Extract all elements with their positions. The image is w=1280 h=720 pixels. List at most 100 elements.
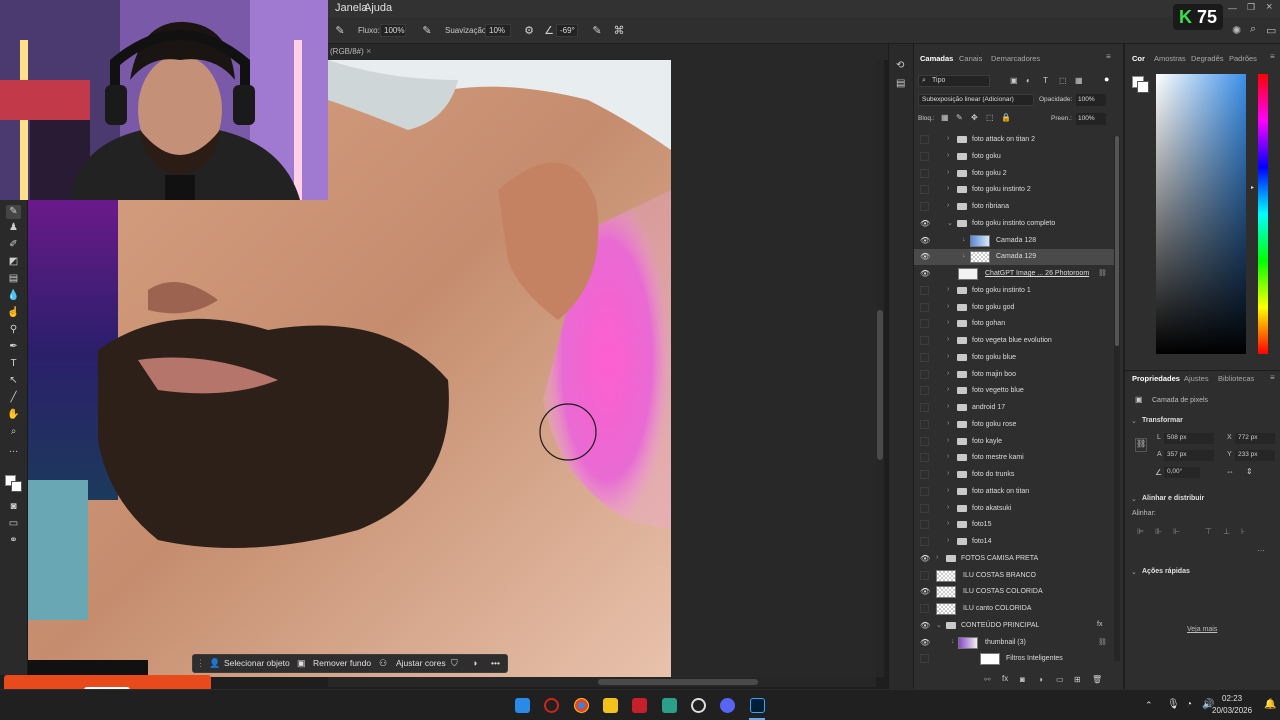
layer-row[interactable]: › foto goku instinto 2	[914, 182, 1114, 198]
panel-menu-icon[interactable]: ≡	[1106, 52, 1111, 61]
notifications-icon[interactable]: 🔔	[1264, 699, 1276, 710]
collapse-chevron-icon[interactable]: ›	[947, 152, 949, 159]
align-middle-icon[interactable]: ⊥	[1223, 527, 1230, 536]
layer-row[interactable]: › foto attack on titan	[914, 484, 1114, 500]
layer-row[interactable]: 👁 ↓ Camada 129	[914, 249, 1114, 265]
lock-artboard-icon[interactable]: ⬚	[986, 113, 994, 122]
visibility-toggle[interactable]	[920, 537, 929, 546]
height-field[interactable]: 357 px	[1164, 450, 1214, 461]
layer-row[interactable]: 👁 ⌄ CONTEÚDO PRINCIPAL fx	[914, 618, 1114, 634]
collapse-chevron-icon[interactable]: ›	[947, 437, 949, 444]
collapse-chevron-icon[interactable]: ›	[947, 303, 949, 310]
app-icon-circle[interactable]	[691, 698, 706, 713]
eye-icon[interactable]: 👁	[920, 621, 930, 630]
clock-date[interactable]: 20/03/2026	[1212, 706, 1252, 715]
app-icon-red[interactable]	[632, 698, 647, 713]
properties-menu-icon[interactable]: ≡	[1270, 373, 1275, 382]
visibility-toggle[interactable]	[920, 654, 929, 663]
group-chevron-icon[interactable]: ›	[936, 554, 938, 561]
tab-gradients[interactable]: Degradês	[1191, 54, 1224, 63]
color-bg-swatch[interactable]	[1137, 81, 1149, 93]
collapse-chevron-icon[interactable]: ›	[947, 202, 949, 209]
layer-row[interactable]: › foto ribriana	[914, 199, 1114, 215]
filter-shape-icon[interactable]: ⬚	[1059, 76, 1067, 85]
layer-row[interactable]: › foto vegetto blue	[914, 383, 1114, 399]
more-tools-icon[interactable]: …	[6, 443, 21, 457]
collapse-chevron-icon[interactable]: ›	[947, 487, 949, 494]
collapse-chevron-icon[interactable]: ›	[947, 336, 949, 343]
layer-row[interactable]: › foto goku	[914, 149, 1114, 165]
collapse-chevron-icon[interactable]: ›	[947, 370, 949, 377]
menu-janela[interactable]: Janela	[335, 2, 367, 14]
history-brush-icon[interactable]: ✐	[6, 238, 21, 252]
new-layer-icon[interactable]: ⊞	[1074, 675, 1081, 684]
tab-color[interactable]: Cor	[1132, 54, 1145, 63]
airbrush-icon[interactable]: ✎	[420, 24, 434, 38]
windows-start-icon[interactable]	[515, 698, 530, 713]
eye-icon[interactable]: 👁	[920, 219, 930, 228]
menu-ajuda[interactable]: Ajuda	[364, 2, 392, 14]
visibility-toggle[interactable]	[920, 571, 929, 580]
visibility-toggle[interactable]	[920, 353, 929, 362]
clock-time[interactable]: 02:23	[1222, 694, 1242, 703]
contrast-icon[interactable]: ◑	[472, 658, 477, 668]
layer-row[interactable]: › foto kayle	[914, 434, 1114, 450]
collapse-chevron-icon[interactable]: ›	[947, 470, 949, 477]
visibility-toggle[interactable]	[920, 453, 929, 462]
dodge-tool-icon[interactable]: ⚲	[6, 323, 21, 337]
filter-toggle-icon[interactable]: ●	[1104, 74, 1109, 84]
visibility-toggle[interactable]	[920, 470, 929, 479]
scrollbar-thumb[interactable]	[877, 310, 883, 460]
angle-field[interactable]: 0,00°	[1164, 467, 1200, 478]
screen-mode-icon[interactable]: ▭	[6, 517, 21, 531]
collapse-chevron-icon[interactable]: ›	[947, 353, 949, 360]
tab-swatches[interactable]: Amostras	[1154, 54, 1186, 63]
select-object-button[interactable]: Selecionar objeto	[224, 658, 290, 668]
collapse-chevron-icon[interactable]: ›	[947, 319, 949, 326]
layer-row[interactable]: 👁 › FOTOS CAMISA PRETA	[914, 551, 1114, 567]
width-field[interactable]: 508 px	[1164, 433, 1214, 444]
visibility-toggle[interactable]	[920, 202, 929, 211]
delete-layer-icon[interactable]: 🗑	[1092, 675, 1102, 684]
y-field[interactable]: 233 px	[1235, 450, 1275, 461]
h-scrollbar-thumb[interactable]	[598, 679, 758, 685]
eye-icon[interactable]: 👁	[920, 269, 930, 278]
collapse-chevron-icon[interactable]: ›	[947, 286, 949, 293]
layer-row[interactable]: 👁 ↓ Camada 128	[914, 233, 1114, 249]
close-icon[interactable]: ×	[1266, 1, 1272, 13]
notepad-icon[interactable]	[662, 698, 677, 713]
visibility-toggle[interactable]	[920, 420, 929, 429]
filter-smart-icon[interactable]: ▦	[1075, 76, 1083, 85]
eye-icon[interactable]: 👁	[920, 638, 930, 647]
filter-type-icon[interactable]: T	[1043, 76, 1048, 85]
minimize-icon[interactable]: —	[1228, 3, 1237, 13]
color-panel-menu-icon[interactable]: ≡	[1270, 52, 1275, 61]
vertical-scrollbar[interactable]	[876, 60, 884, 677]
collapse-chevron-icon[interactable]: ›	[947, 185, 949, 192]
tray-chevron-icon[interactable]: ⌃	[1145, 700, 1153, 711]
filter-adjust-icon[interactable]: ◐	[1026, 76, 1031, 85]
visibility-toggle[interactable]	[920, 386, 929, 395]
hue-slider-marker-icon[interactable]: ▸	[1251, 184, 1254, 191]
layer-row[interactable]: › foto vegeta blue evolution	[914, 333, 1114, 349]
fx-icon[interactable]: fx	[1002, 674, 1008, 683]
layer-row[interactable]: › foto14	[914, 534, 1114, 550]
collapse-chevron-icon[interactable]: ›	[947, 135, 949, 142]
adjust-colors-button[interactable]: Ajustar cores	[396, 658, 446, 668]
file-explorer-icon[interactable]	[603, 698, 618, 713]
eye-icon[interactable]: 👁	[920, 554, 930, 563]
see-more-link[interactable]: Veja mais	[1187, 626, 1217, 633]
transform-chevron-icon[interactable]: ⌄	[1131, 417, 1137, 425]
lock-pixels-icon[interactable]: ✎	[956, 113, 963, 122]
collapse-chevron-icon[interactable]: ›	[947, 453, 949, 460]
visibility-toggle[interactable]	[920, 169, 929, 178]
document-tab[interactable]: (RGB/8#) ×	[328, 44, 888, 60]
layer-row[interactable]: › foto goku 2	[914, 166, 1114, 182]
color-field[interactable]	[1156, 74, 1246, 354]
tab-properties[interactable]: Propriedades	[1132, 374, 1180, 383]
pen-tool-icon[interactable]: ✒	[6, 340, 21, 354]
visibility-toggle[interactable]	[920, 504, 929, 513]
collapse-chevron-icon[interactable]: ›	[947, 520, 949, 527]
layer-filter-select[interactable]: ⌕ Tipo	[918, 75, 990, 87]
expand-chevron-icon[interactable]: ⌄	[947, 219, 953, 227]
